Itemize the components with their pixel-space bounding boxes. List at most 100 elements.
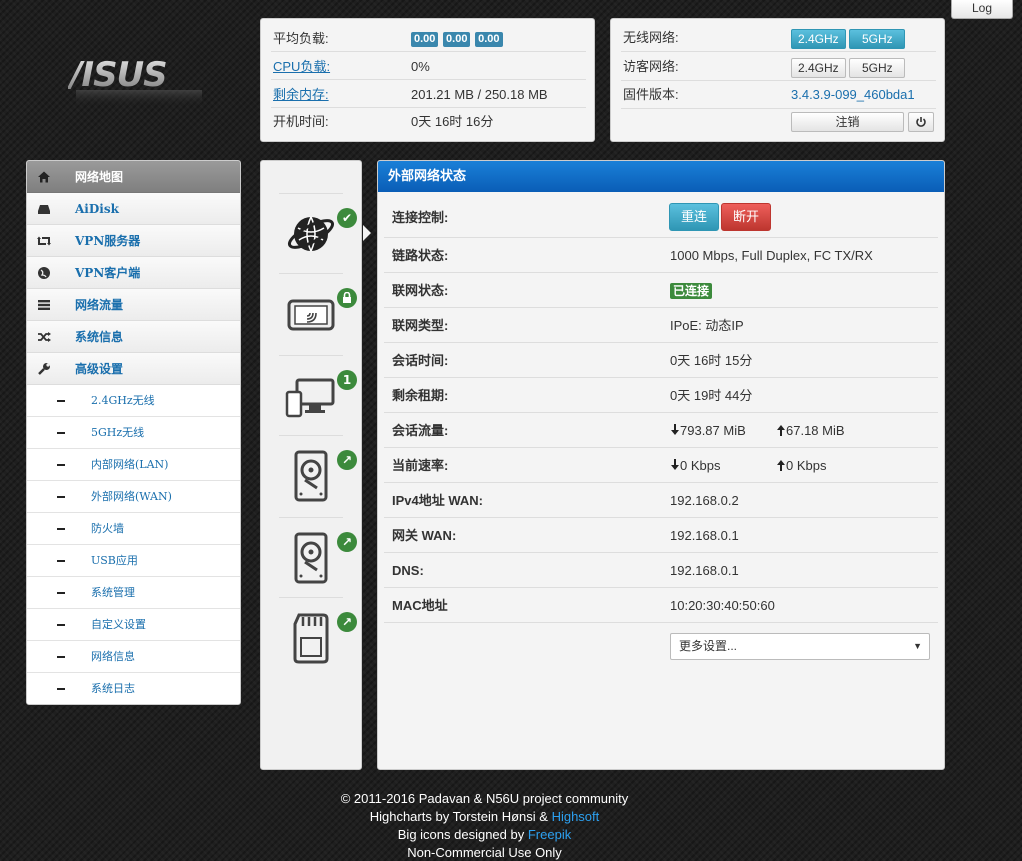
tablet-wifi-icon bbox=[287, 299, 335, 331]
row-ipv4-wan: IPv4地址 WAN: 192.168.0.2 bbox=[384, 483, 938, 518]
log-button[interactable]: Log bbox=[951, 0, 1013, 19]
sidebar-subitem-admin[interactable]: 系统管理 bbox=[27, 577, 240, 609]
sidebar-subitem-lan[interactable]: 内部网络(LAN) bbox=[27, 449, 240, 481]
memory-value: 201.21 MB / 250.18 MB bbox=[411, 87, 548, 102]
arrow-down-icon bbox=[671, 459, 679, 470]
footer-copyright: © 2011-2016 Padavan & N56U project commu… bbox=[340, 791, 629, 806]
sidebar-subitem-custom[interactable]: 自定义设置 bbox=[27, 609, 240, 641]
sidebar-item-advanced[interactable]: 高级设置 bbox=[27, 353, 240, 385]
sidebar-subitem-syslog[interactable]: 系统日志 bbox=[27, 673, 240, 704]
drive-icon bbox=[37, 202, 51, 216]
home-icon bbox=[37, 170, 51, 184]
footer-highcharts: Highcharts by Torstein Hønsi & Highsoft bbox=[369, 809, 600, 824]
row-dns: DNS: 192.168.0.1 bbox=[384, 553, 938, 588]
wireless-24ghz-button[interactable]: 2.4GHz bbox=[791, 28, 846, 49]
row-lease-remaining: 剩余租期: 0天 19时 44分 bbox=[384, 378, 938, 413]
row-session-traffic: 会话流量: 793.87 MiB 67.18 MiB bbox=[384, 413, 938, 448]
dash-icon bbox=[57, 656, 65, 658]
share-badge-3: ↗ bbox=[337, 612, 357, 632]
panel-title: 外部网络状态 bbox=[378, 161, 944, 192]
highsoft-link[interactable]: Highsoft bbox=[552, 809, 600, 824]
footer-license: Non-Commercial Use Only bbox=[407, 845, 562, 860]
guest-row: 访客网络: 2.4GHz 5GHz bbox=[621, 53, 936, 81]
arrow-up-icon bbox=[777, 460, 785, 471]
row-internet-status: 联网状态: 已连接 bbox=[384, 273, 938, 308]
sidebar-subitem-wan[interactable]: 外部网络(WAN) bbox=[27, 481, 240, 513]
logout-row: 注销 bbox=[621, 109, 936, 137]
sidebar-subitem-wifi5[interactable]: 5GHz无线 bbox=[27, 417, 240, 449]
reconnect-button[interactable]: 重连 bbox=[669, 203, 720, 231]
system-status-panel: 平均负载: 0.00 0.00 0.00 CPU负载: 0% 剩余内存: 201… bbox=[260, 18, 595, 142]
share-badge-2: ↗ bbox=[337, 532, 357, 552]
wrench-icon bbox=[37, 362, 51, 376]
wan-status-panel: 外部网络状态 连接控制: 重连 断开 链路状态: 1000 Mbps, Full… bbox=[377, 160, 945, 770]
power-icon bbox=[915, 117, 926, 127]
firmware-link[interactable]: 3.4.3.9-099_460bda1 bbox=[791, 81, 915, 109]
dash-icon bbox=[57, 688, 65, 690]
guest-24ghz-button[interactable]: 2.4GHz bbox=[791, 57, 846, 78]
sidebar-subitem-usb[interactable]: USB应用 bbox=[27, 545, 240, 577]
sidebar-item-system-info[interactable]: 系统信息 bbox=[27, 321, 240, 353]
load-15min: 0.00 bbox=[475, 32, 503, 48]
clients-device[interactable]: 1 bbox=[279, 355, 357, 435]
load-label: 平均负载: bbox=[273, 31, 329, 46]
disconnect-button[interactable]: 断开 bbox=[721, 203, 772, 231]
dash-icon bbox=[57, 400, 65, 402]
hard-disk-icon bbox=[294, 450, 328, 502]
computer-devices-icon bbox=[285, 378, 335, 418]
logout-button[interactable]: 注销 bbox=[791, 112, 904, 132]
uptime-label: 开机时间: bbox=[273, 114, 329, 129]
sidebar-item-vpn-server[interactable]: VPN服务器 bbox=[27, 225, 240, 257]
client-count-badge: 1 bbox=[337, 370, 357, 390]
load-values: 0.00 0.00 0.00 bbox=[411, 25, 504, 52]
usb-disk-1[interactable]: ↗ bbox=[279, 435, 357, 515]
sd-card-icon bbox=[293, 613, 329, 664]
more-settings-select[interactable]: 更多设置... ▼ bbox=[670, 633, 930, 660]
dash-icon bbox=[57, 464, 65, 466]
row-session-time: 会话时间: 0天 16时 15分 bbox=[384, 343, 938, 378]
lock-icon bbox=[343, 291, 351, 303]
dash-icon bbox=[57, 560, 65, 562]
session-download: 793.87 MiB bbox=[680, 423, 746, 438]
guest-label: 访客网络: bbox=[623, 59, 679, 74]
cpu-load-link[interactable]: CPU负载: bbox=[273, 53, 330, 80]
internet-device[interactable]: ✔ bbox=[279, 193, 357, 273]
selection-arrow bbox=[363, 225, 371, 241]
sidebar-subitem-netinfo[interactable]: 网络信息 bbox=[27, 641, 240, 673]
row-gateway-wan: 网关 WAN: 192.168.0.1 bbox=[384, 518, 938, 553]
wireless-status-panel: 无线网络: 2.4GHz 5GHz 访客网络: 2.4GHz 5GHz 固件版本… bbox=[610, 18, 945, 142]
row-link-status: 链路状态: 1000 Mbps, Full Duplex, FC TX/RX bbox=[384, 238, 938, 273]
device-icon-column: ✔ 1 ↗ ↗ ↗ bbox=[260, 160, 371, 770]
connected-check-badge: ✔ bbox=[337, 208, 357, 228]
arrow-up-icon bbox=[777, 425, 785, 436]
power-button[interactable] bbox=[907, 112, 934, 132]
asus-logo: /ISUS bbox=[66, 55, 208, 112]
connected-badge: 已连接 bbox=[670, 283, 713, 299]
sidebar-subitem-wifi24[interactable]: 2.4GHz无线 bbox=[27, 385, 240, 417]
dash-icon bbox=[57, 432, 65, 434]
freepik-link[interactable]: Freepik bbox=[528, 827, 571, 842]
svg-text:/ISUS: /ISUS bbox=[68, 56, 167, 95]
sidebar-item-network-map[interactable]: 网络地图 bbox=[27, 161, 240, 193]
sd-card[interactable]: ↗ bbox=[279, 597, 357, 677]
cpu-value: 0% bbox=[411, 59, 430, 74]
row-connection-control: 连接控制: 重连 断开 bbox=[384, 198, 938, 238]
uptime-row: 开机时间: 0天 16时 16分 bbox=[271, 108, 586, 135]
rate-upload: 0 Kbps bbox=[786, 458, 827, 473]
usb-disk-2[interactable]: ↗ bbox=[279, 517, 357, 597]
sidebar-item-traffic[interactable]: 网络流量 bbox=[27, 289, 240, 321]
sidebar: 网络地图 AiDisk VPN服务器 VPN客户端 网络流量 系统信息 高级设置… bbox=[26, 160, 241, 705]
guest-5ghz-button[interactable]: 5GHz bbox=[849, 57, 906, 78]
dash-icon bbox=[57, 624, 65, 626]
load-row: 平均负载: 0.00 0.00 0.00 bbox=[271, 25, 586, 52]
free-memory-link[interactable]: 剩余内存: bbox=[273, 81, 329, 108]
sidebar-item-vpn-client[interactable]: VPN客户端 bbox=[27, 257, 240, 289]
lock-badge bbox=[337, 288, 357, 308]
sidebar-subitem-firewall[interactable]: 防火墙 bbox=[27, 513, 240, 545]
retweet-icon bbox=[37, 234, 51, 248]
wireless-device[interactable] bbox=[279, 273, 357, 353]
rate-download: 0 Kbps bbox=[680, 458, 721, 473]
hard-disk-icon bbox=[294, 532, 328, 584]
wireless-5ghz-button[interactable]: 5GHz bbox=[849, 28, 906, 49]
sidebar-item-aidisk[interactable]: AiDisk bbox=[27, 193, 240, 225]
